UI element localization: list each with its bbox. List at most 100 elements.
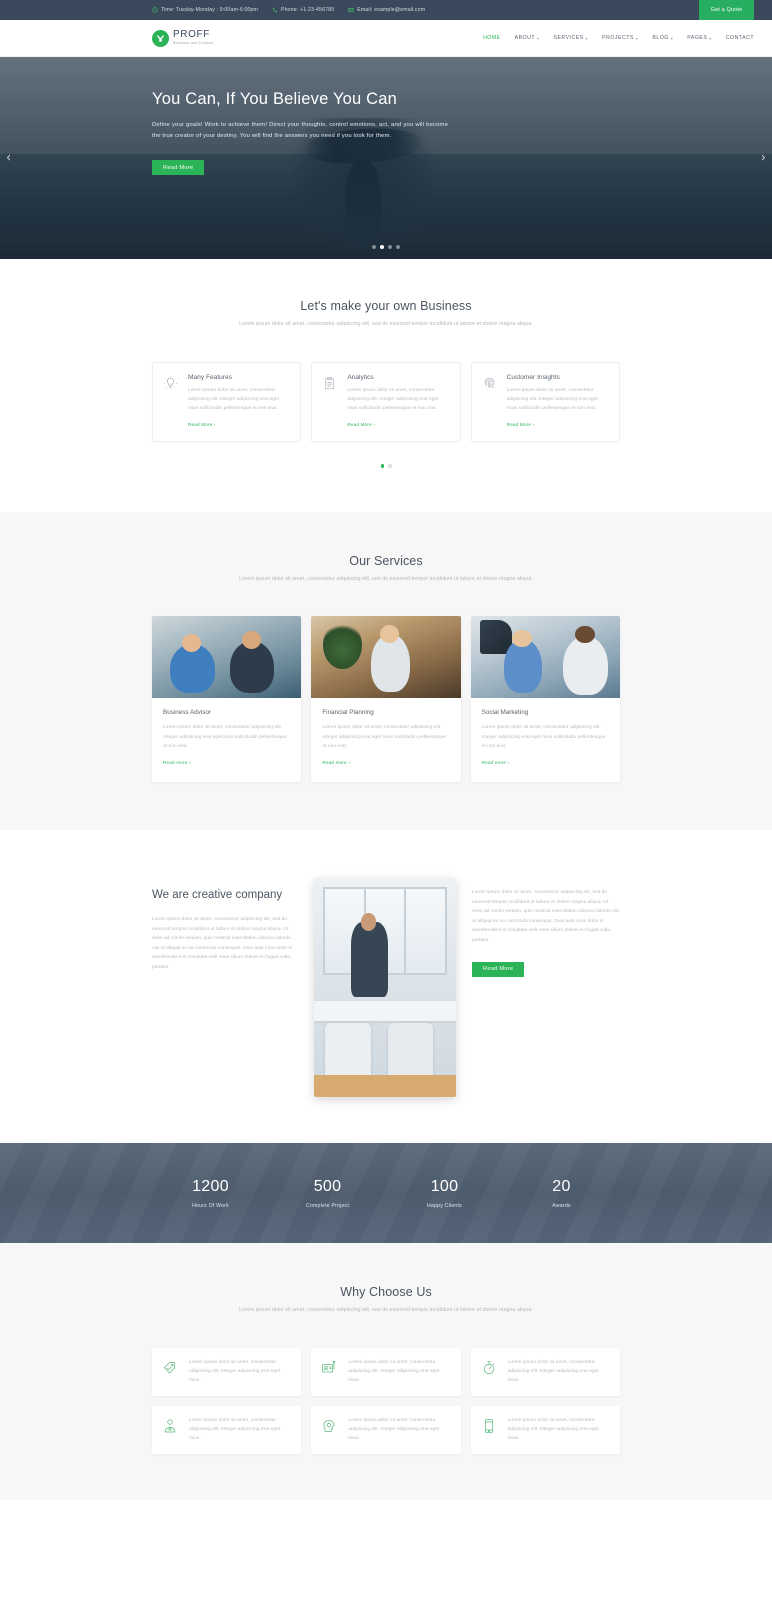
service-text: Lorem ipsum dolor sit amet, consectetur … [163, 725, 287, 749]
service-read-more-link[interactable]: Read more › [322, 760, 350, 765]
hero-title: You Can, If You Believe You Can [152, 90, 398, 108]
lightbulb-icon [163, 374, 180, 432]
service-card[interactable]: Business Advisor Lorem ipsum dolor sit a… [152, 616, 302, 783]
person-shape [371, 634, 410, 692]
why-choose-us-section: Why Choose Us Lorem ipsum dolor sit amet… [0, 1243, 772, 1500]
why-card[interactable]: Lorem ipsum dolor sit amet, consectetur … [311, 1405, 461, 1454]
brand-name: PROFF [173, 29, 210, 40]
feature-card[interactable]: Customer Insights Lorem ipsum dolor sit … [470, 361, 620, 443]
service-title: Social Marketing [481, 709, 529, 717]
features-pagination-dots [152, 464, 620, 468]
hero-dot-2[interactable] [380, 245, 384, 249]
features-dot-1[interactable] [380, 464, 384, 468]
counter-item: 1200 Hours Of Work [152, 1177, 269, 1209]
person-head-shape [512, 629, 532, 647]
hero-description: Define your goals! Work to achieve them!… [152, 122, 448, 140]
feature-read-more-link[interactable]: Read More › [507, 422, 535, 427]
creative-row: We are creative company Lorem ipsum dolo… [152, 878, 620, 1098]
desk-shape [314, 1000, 456, 1021]
hero-read-more-button[interactable]: Read More [152, 160, 205, 176]
clock-icon [152, 7, 158, 13]
top-info-bar: Time: Tusday-Monday : 9:00am-6:00pm Phon… [0, 0, 772, 20]
nav-item-services[interactable]: SERVICES ▾ [554, 35, 589, 41]
site-header: PROFF Business and Finance HOME ABOUT ▾ … [0, 20, 772, 57]
feature-card-body: Many Features Lorem ipsum dolor sit amet… [188, 374, 290, 432]
nav-item-blog[interactable]: BLOG ▾ [652, 35, 673, 41]
services-section: Our Services Lorem ipsum dolor sit amet,… [0, 511, 772, 831]
feature-card[interactable]: Many Features Lorem ipsum dolor sit amet… [152, 361, 302, 443]
phone-icon [272, 7, 278, 13]
hero-dot-4[interactable] [396, 245, 400, 249]
topbar-email-text: Email: example@email.com [357, 7, 426, 13]
why-card[interactable]: Lorem ipsum dolor sit amet, consectetur … [152, 1405, 302, 1454]
hero-dot-1[interactable] [372, 245, 376, 249]
chevron-down-icon: ▾ [670, 35, 674, 41]
hero-dot-3[interactable] [388, 245, 392, 249]
service-card[interactable]: Social Marketing Lorem ipsum dolor sit a… [470, 616, 620, 783]
counter-number: 100 [430, 1178, 459, 1196]
features-subtitle: Lorem ipsum dolor sit amet, consectetur … [239, 321, 533, 327]
service-read-more-link[interactable]: Read more › [482, 760, 510, 765]
creative-read-more-button[interactable]: Read More [472, 961, 525, 977]
service-card[interactable]: Financial Planning Lorem ipsum dolor sit… [311, 616, 461, 783]
services-subtitle: Lorem ipsum dolor sit amet, consectetur … [239, 575, 533, 582]
why-heading: Why Choose Us Lorem ipsum dolor sit amet… [152, 1285, 620, 1316]
counters-section: 1200 Hours Of Work 500 Complete Project … [0, 1143, 772, 1244]
why-subtitle: Lorem ipsum dolor sit amet, consectetur … [239, 1307, 533, 1314]
brand-tagline: Business and Finance [173, 41, 214, 45]
why-card[interactable]: Lorem ipsum dolor sit amet, consectetur … [311, 1347, 461, 1396]
why-text: Lorem ipsum dolor sit amet, consectetur … [348, 1417, 440, 1442]
get-a-quote-button[interactable]: Get a Quote [699, 0, 754, 20]
feature-card-list: Many Features Lorem ipsum dolor sit amet… [152, 361, 620, 443]
mobile-phone-icon [481, 1416, 499, 1434]
envelope-icon [348, 7, 354, 13]
counter-label: Hours Of Work [192, 1203, 229, 1210]
nav-label-projects: PROJECTS [602, 35, 634, 41]
feature-text: Lorem ipsum dolor sit amet, consectetur … [347, 387, 439, 412]
main-nav: HOME ABOUT ▾ SERVICES ▾ PROJECTS ▾ BLOG … [483, 35, 754, 41]
feature-read-more-link[interactable]: Read More › [188, 422, 216, 427]
chevron-down-icon: ▾ [709, 35, 712, 41]
nav-item-about[interactable]: ABOUT ▾ [515, 35, 540, 41]
creative-company-section: We are creative company Lorem ipsum dolo… [0, 830, 772, 1144]
service-read-more-link[interactable]: Read more › [163, 760, 191, 765]
features-dot-2[interactable] [388, 464, 392, 468]
creative-office-photo [314, 878, 456, 1098]
why-card[interactable]: Lorem ipsum dolor sit amet, consectetur … [152, 1347, 302, 1396]
features-section: Let's make your own Business Lorem ipsum… [0, 259, 772, 512]
nav-item-pages[interactable]: PAGES ▾ [687, 35, 712, 41]
person-shape [350, 922, 388, 997]
hero-next-arrow[interactable]: › [761, 152, 766, 165]
topbar-phone-text: Phone: +1-23-456789 [281, 7, 335, 13]
nav-label-contact: CONTACT [725, 35, 754, 41]
feature-read-more-link[interactable]: Read More › [347, 422, 375, 427]
why-title: Why Choose Us [340, 1285, 432, 1300]
logo[interactable]: PROFF Business and Finance [152, 29, 214, 47]
why-card[interactable]: Lorem ipsum dolor sit amet, consectetur … [470, 1405, 620, 1454]
chair-shape [387, 1022, 434, 1080]
chair-shape [325, 1022, 371, 1080]
service-title: Financial Planning [322, 709, 374, 717]
nav-item-projects[interactable]: PROJECTS ▾ [602, 35, 638, 41]
feature-title: Analytics [347, 373, 374, 381]
hero-prev-arrow[interactable]: ‹ [6, 152, 11, 165]
service-text: Lorem ipsum dolor sit amet, consectetur … [322, 725, 447, 749]
service-card-body: Financial Planning Lorem ipsum dolor sit… [311, 698, 460, 782]
counter-label: Awards [552, 1203, 571, 1210]
fingerprint-icon [482, 374, 499, 432]
counter-item: 20 Awards [503, 1177, 620, 1209]
nav-item-home[interactable]: HOME [483, 35, 501, 41]
price-tag-icon [162, 1358, 180, 1376]
creative-title: We are creative company [152, 889, 283, 902]
feature-card[interactable]: Analytics Lorem ipsum dolor sit amet, co… [311, 361, 461, 443]
person-head-shape [241, 631, 261, 650]
nav-label-blog: BLOG [652, 35, 669, 41]
counter-label: Happy Clients [427, 1203, 462, 1210]
counter-number: 20 [552, 1178, 571, 1196]
nav-label-home: HOME [483, 35, 501, 41]
why-card[interactable]: Lorem ipsum dolor sit amet, consectetur … [470, 1347, 620, 1396]
nav-label-services: SERVICES [553, 35, 584, 41]
financial-planning-photo [311, 616, 461, 699]
hero-pagination-dots [0, 245, 772, 249]
nav-item-contact[interactable]: CONTACT [726, 35, 754, 41]
